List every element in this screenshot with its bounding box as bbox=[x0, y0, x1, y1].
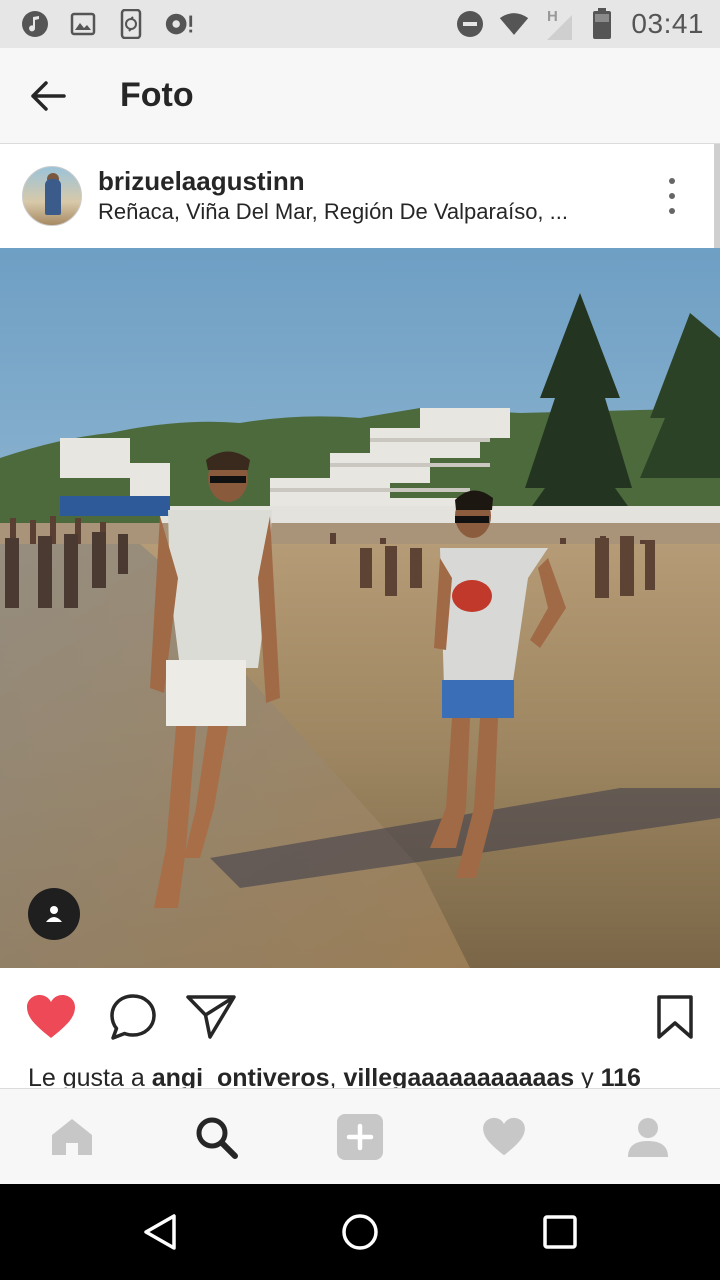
post-actions bbox=[0, 968, 720, 1060]
svg-text:H: H bbox=[547, 8, 558, 25]
arrow-left-icon bbox=[31, 80, 66, 111]
do-not-disturb-icon bbox=[455, 9, 485, 39]
home-icon[interactable] bbox=[46, 1111, 98, 1163]
post-username[interactable]: brizuelaagustinn bbox=[98, 165, 618, 197]
battery-icon bbox=[587, 8, 617, 39]
heart-filled-icon[interactable] bbox=[26, 992, 76, 1042]
network-h-icon: H bbox=[543, 8, 573, 40]
paper-plane-icon[interactable] bbox=[186, 992, 236, 1042]
app-header: Foto bbox=[0, 48, 720, 144]
bookmark-icon[interactable] bbox=[650, 992, 700, 1042]
back-button[interactable] bbox=[0, 48, 96, 144]
post-header: brizuelaagustinn Reñaca, Viña Del Mar, R… bbox=[0, 144, 720, 248]
post-photo[interactable] bbox=[0, 248, 720, 968]
person-tag-icon[interactable] bbox=[28, 888, 80, 940]
wifi-icon bbox=[499, 9, 529, 39]
search-icon[interactable] bbox=[190, 1111, 242, 1163]
post-meta: brizuelaagustinn Reñaca, Viña Del Mar, R… bbox=[98, 165, 618, 227]
image-icon bbox=[68, 9, 98, 39]
liker-1[interactable]: angi_ontiveros bbox=[152, 1064, 330, 1088]
page-title: Foto bbox=[120, 76, 194, 114]
status-bar-system: H 03:41 bbox=[455, 0, 704, 48]
comment-bubble-icon[interactable] bbox=[108, 992, 158, 1042]
bottom-tab-bar bbox=[0, 1088, 720, 1184]
vertical-ellipsis-icon[interactable] bbox=[660, 178, 684, 214]
alarm-icon bbox=[164, 9, 194, 39]
profile-icon[interactable] bbox=[622, 1111, 674, 1163]
status-bar-notifications bbox=[0, 9, 194, 39]
likes-count[interactable]: 116 bbox=[601, 1064, 641, 1088]
recents-square-icon[interactable] bbox=[538, 1210, 582, 1254]
likes-conjunction: y bbox=[574, 1064, 601, 1088]
avatar[interactable] bbox=[22, 166, 82, 226]
status-bar: H 03:41 bbox=[0, 0, 720, 48]
activity-heart-icon[interactable] bbox=[478, 1111, 530, 1163]
liker-2[interactable]: villegaaaaaaaaaaas bbox=[343, 1064, 574, 1088]
music-note-icon bbox=[20, 9, 50, 39]
add-post-icon[interactable] bbox=[334, 1111, 386, 1163]
likes-separator: , bbox=[329, 1064, 344, 1088]
home-circle-icon[interactable] bbox=[338, 1210, 382, 1254]
phone-sync-icon bbox=[116, 9, 146, 39]
system-nav-bar bbox=[0, 1184, 720, 1280]
status-time: 03:41 bbox=[631, 8, 704, 39]
back-triangle-icon[interactable] bbox=[138, 1210, 182, 1254]
likes-prefix: Le gusta a bbox=[28, 1064, 152, 1088]
post-location[interactable]: Reñaca, Viña Del Mar, Región De Valparaí… bbox=[98, 197, 618, 227]
likes-summary[interactable]: Le gusta a angi_ontiveros, villegaaaaaaa… bbox=[28, 1060, 718, 1088]
